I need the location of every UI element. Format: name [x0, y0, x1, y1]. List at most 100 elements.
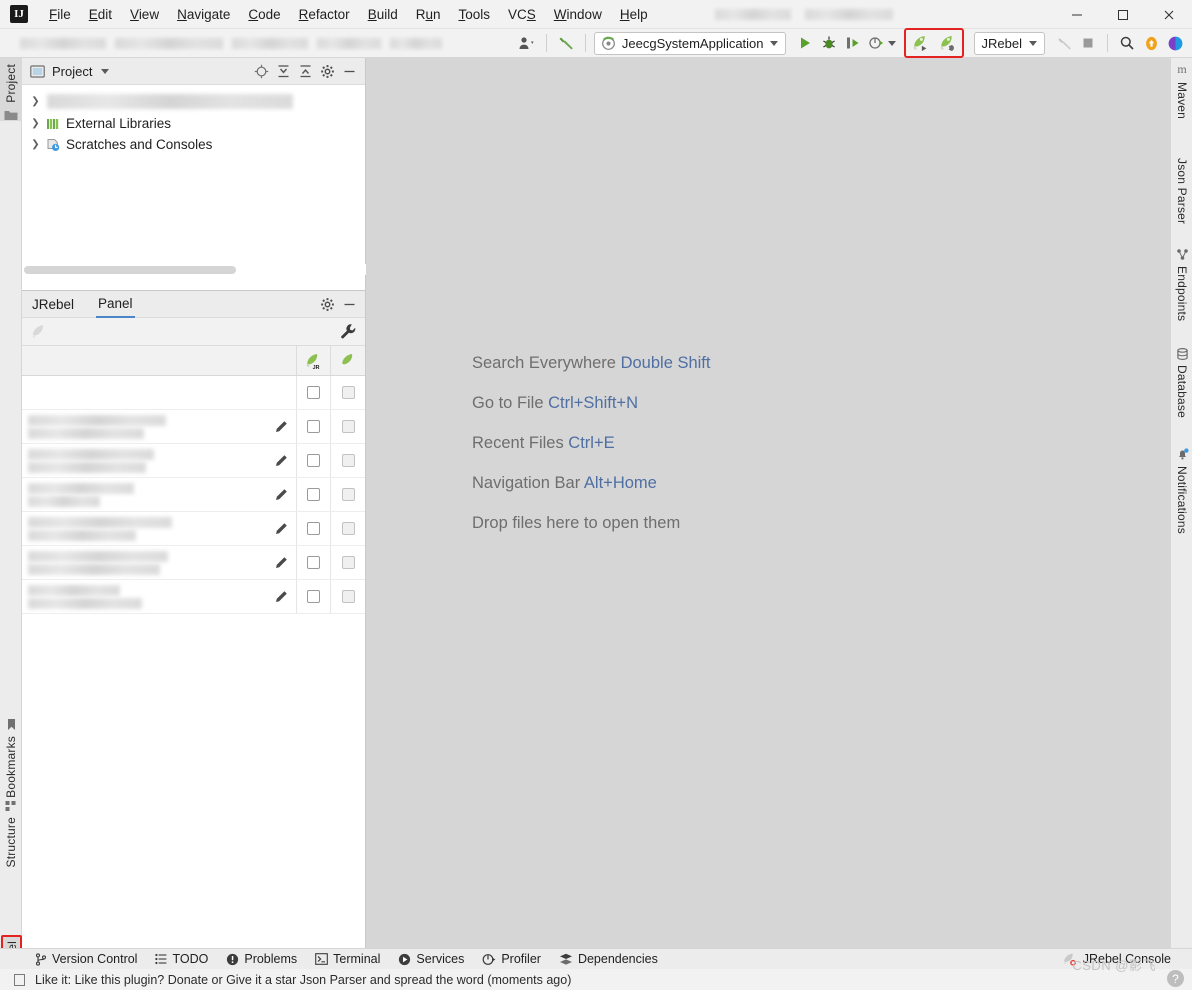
collapse-all-icon[interactable]	[295, 61, 315, 81]
menu-item-refactor[interactable]: Refactor	[290, 3, 359, 26]
table-row[interactable]	[22, 580, 365, 614]
maximize-button[interactable]	[1100, 0, 1146, 29]
row-remote-checkbox-cell[interactable]	[331, 410, 365, 443]
row-name-cell[interactable]	[22, 444, 297, 477]
project-tree-hscrollbar[interactable]	[22, 264, 366, 275]
row-jrebel-checkbox-cell[interactable]	[297, 512, 331, 545]
row-name-cell[interactable]	[22, 546, 297, 579]
row-jrebel-checkbox-cell[interactable]	[297, 478, 331, 511]
edit-pencil-icon[interactable]	[274, 420, 288, 434]
table-row[interactable]	[22, 512, 365, 546]
table-row[interactable]	[22, 444, 365, 478]
menu-item-run[interactable]: Run	[407, 3, 450, 26]
debug-button[interactable]	[818, 32, 840, 54]
tree-row-external-libraries[interactable]: ❯ External Libraries	[22, 113, 365, 134]
scrollbar-thumb[interactable]	[24, 266, 236, 274]
run-configuration-selector[interactable]: JeecgSystemApplication	[593, 31, 786, 55]
jrebel-checkbox[interactable]	[307, 454, 320, 467]
bottom-tab-profiler[interactable]: Profiler	[473, 949, 550, 969]
row-name-cell[interactable]	[22, 410, 297, 443]
sidebar-tab-endpoints[interactable]: Endpoints	[1171, 248, 1192, 321]
sidebar-tab-bookmarks[interactable]: Bookmarks	[0, 718, 22, 798]
chevron-right-icon[interactable]: ❯	[30, 139, 41, 150]
tree-row-project-root[interactable]: ❯	[22, 89, 365, 113]
menu-item-view[interactable]: View	[121, 3, 168, 26]
bottom-tab-todo[interactable]: TODO	[146, 949, 217, 969]
menu-item-build[interactable]: Build	[359, 3, 407, 26]
tab-panel[interactable]: Panel	[96, 291, 135, 318]
edit-pencil-icon[interactable]	[274, 454, 288, 468]
menu-item-edit[interactable]: Edit	[80, 3, 121, 26]
row-name-cell[interactable]	[22, 376, 297, 409]
menu-item-window[interactable]: Window	[545, 3, 611, 26]
remote-checkbox[interactable]	[341, 386, 355, 399]
remote-checkbox[interactable]	[341, 590, 355, 603]
edit-pencil-icon[interactable]	[274, 590, 288, 604]
row-jrebel-checkbox-cell[interactable]	[297, 546, 331, 579]
minimize-button[interactable]	[1054, 0, 1100, 29]
table-row[interactable]	[22, 410, 365, 444]
menu-item-vcs[interactable]: VCS	[499, 3, 545, 26]
row-remote-checkbox-cell[interactable]	[331, 546, 365, 579]
bottom-tab-version-control[interactable]: Version Control	[26, 949, 146, 969]
build-project-button[interactable]	[1053, 32, 1075, 54]
jrebel-run-button[interactable]	[909, 32, 932, 54]
user-account-icon[interactable]	[516, 32, 538, 54]
remote-checkbox[interactable]	[341, 420, 355, 433]
table-row[interactable]	[22, 546, 365, 580]
column-header-jrebel[interactable]: JR	[297, 346, 331, 375]
gear-icon[interactable]	[317, 61, 337, 81]
run-button[interactable]	[794, 32, 816, 54]
edit-pencil-icon[interactable]	[274, 522, 288, 536]
run-with-coverage-button[interactable]	[842, 32, 864, 54]
column-header-jrebel-remote[interactable]	[331, 346, 365, 375]
bottom-tab-terminal[interactable]: Terminal	[306, 949, 389, 969]
select-opened-file-icon[interactable]	[251, 61, 271, 81]
sidebar-tab-json-parser[interactable]: Json Parser	[1171, 158, 1192, 224]
menu-item-code[interactable]: Code	[239, 3, 289, 26]
jrebel-checkbox[interactable]	[307, 590, 320, 603]
row-remote-checkbox-cell[interactable]	[331, 444, 365, 477]
search-icon[interactable]	[1116, 32, 1138, 54]
chevron-right-icon[interactable]: ❯	[30, 118, 41, 129]
hide-panel-icon[interactable]	[339, 61, 359, 81]
bottom-tab-problems[interactable]: Problems	[217, 949, 306, 969]
chevron-down-icon[interactable]	[101, 68, 110, 74]
jrebel-checkbox[interactable]	[307, 488, 320, 501]
remote-checkbox[interactable]	[341, 454, 355, 467]
row-jrebel-checkbox-cell[interactable]	[297, 376, 331, 409]
profile-button[interactable]	[866, 32, 898, 54]
row-remote-checkbox-cell[interactable]	[331, 580, 365, 613]
jrebel-checkbox[interactable]	[307, 420, 320, 433]
breadcrumb-blurred[interactable]	[20, 37, 442, 49]
jrebel-checkbox[interactable]	[307, 386, 320, 399]
row-jrebel-checkbox-cell[interactable]	[297, 580, 331, 613]
table-row[interactable]	[22, 478, 365, 512]
row-remote-checkbox-cell[interactable]	[331, 512, 365, 545]
jrebel-projects-table[interactable]	[22, 376, 365, 614]
row-jrebel-checkbox-cell[interactable]	[297, 410, 331, 443]
edit-pencil-icon[interactable]	[274, 556, 288, 570]
jrebel-checkbox[interactable]	[307, 556, 320, 569]
updates-icon[interactable]	[1140, 32, 1162, 54]
build-hammer-icon[interactable]	[555, 32, 577, 54]
bottom-tab-services[interactable]: Services	[389, 949, 473, 969]
row-remote-checkbox-cell[interactable]	[331, 478, 365, 511]
jrebel-mode-selector[interactable]: JRebel	[973, 31, 1045, 55]
project-tree[interactable]: ❯ ❯ External Libraries ❯ Scratches and C…	[22, 85, 366, 275]
ide-assistant-icon[interactable]	[1164, 32, 1186, 54]
table-row[interactable]	[22, 376, 365, 410]
wrench-icon[interactable]	[340, 323, 357, 340]
sidebar-tab-maven[interactable]: m Maven	[1171, 62, 1192, 119]
menu-item-navigate[interactable]: Navigate	[168, 3, 239, 26]
tree-row-scratches[interactable]: ❯ Scratches and Consoles	[22, 134, 365, 155]
row-name-cell[interactable]	[22, 512, 297, 545]
menu-item-tools[interactable]: Tools	[450, 3, 500, 26]
help-icon[interactable]: ?	[1167, 970, 1184, 987]
hide-panel-icon[interactable]	[339, 294, 359, 314]
gear-icon[interactable]	[317, 294, 337, 314]
sidebar-tab-notifications[interactable]: Notifications	[1171, 448, 1192, 534]
jrebel-debug-button[interactable]	[936, 32, 959, 54]
row-name-cell[interactable]	[22, 478, 297, 511]
sidebar-tab-structure[interactable]: Structure	[0, 800, 22, 868]
